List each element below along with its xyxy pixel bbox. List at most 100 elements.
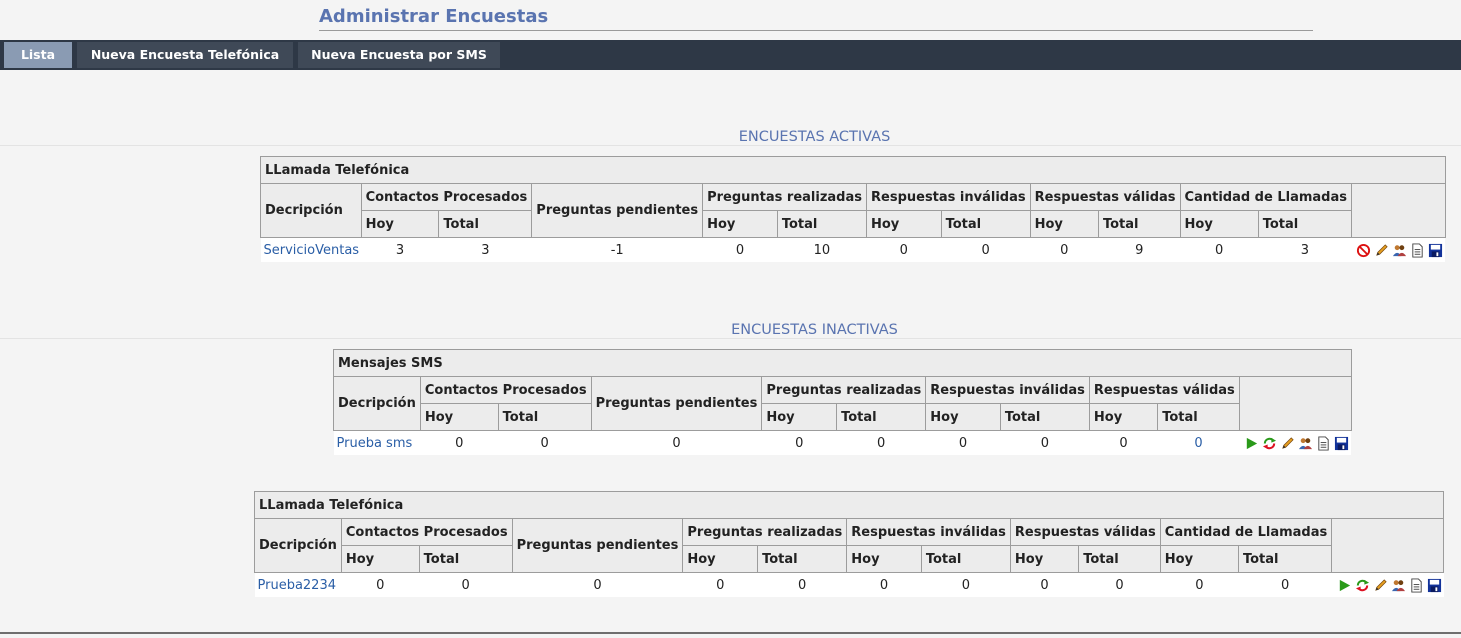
cell: 0 <box>419 572 513 597</box>
survey-link[interactable]: ServicioVentas <box>264 243 360 258</box>
row-actions <box>1351 237 1446 262</box>
cell: 0 <box>1030 237 1099 262</box>
report-icon[interactable] <box>1409 578 1424 593</box>
col-asked: Preguntas realizadas <box>682 518 848 546</box>
col-today: Hoy <box>702 210 778 238</box>
col-pending: Preguntas pendientes <box>590 376 763 431</box>
save-icon[interactable] <box>1428 243 1443 258</box>
survey-link[interactable]: Prueba sms <box>337 436 413 451</box>
col-total: Total <box>999 403 1090 431</box>
cell: -1 <box>531 237 703 262</box>
col-calls: Cantidad de Llamadas <box>1179 183 1352 211</box>
col-valid: Respuestas válidas <box>1029 183 1181 211</box>
cell: 0 <box>925 430 1001 455</box>
contacts-icon[interactable] <box>1392 243 1407 258</box>
table-row: ServicioVentas 3 3 -1 0 10 0 0 0 9 0 3 <box>260 237 1446 262</box>
col-total: Total <box>757 545 848 573</box>
col-contacts: Contactos Procesados <box>360 183 533 211</box>
col-total: Total <box>497 403 592 431</box>
col-description: Decripción <box>333 376 421 431</box>
cell: 0 <box>757 572 847 597</box>
col-today: Hoy <box>846 545 922 573</box>
col-valid: Respuestas válidas <box>1088 376 1240 404</box>
col-contacts: Contactos Procesados <box>419 376 592 404</box>
col-today: Hoy <box>866 210 942 238</box>
edit-icon[interactable] <box>1280 436 1295 451</box>
col-asked: Preguntas realizadas <box>702 183 867 211</box>
cell: 0 <box>866 237 942 262</box>
col-contacts: Contactos Procesados <box>340 518 513 546</box>
valid-total-link[interactable]: 0 <box>1157 430 1240 455</box>
inactive-sms-table: Mensajes SMS Decripción Contactos Proces… <box>333 349 1352 455</box>
cell: 0 <box>341 572 420 597</box>
cell: 10 <box>777 237 867 262</box>
col-today: Hoy <box>682 545 759 573</box>
col-actions <box>1331 518 1445 573</box>
edit-icon[interactable] <box>1373 578 1388 593</box>
cell: 0 <box>1160 572 1239 597</box>
col-total: Total <box>1257 210 1352 238</box>
table-row: Prueba sms 0 0 0 0 0 0 0 0 0 <box>333 430 1352 455</box>
col-today: Hoy <box>360 210 440 238</box>
col-today: Hoy <box>1009 545 1080 573</box>
cell: 3 <box>1258 237 1352 262</box>
col-total: Total <box>920 545 1011 573</box>
refresh-icon[interactable] <box>1262 436 1277 451</box>
col-pending: Preguntas pendientes <box>511 518 684 573</box>
col-actions <box>1238 376 1352 431</box>
tab-nueva-encuesta-sms[interactable]: Nueva Encuesta por SMS <box>298 42 500 68</box>
inactive-phone-table: LLamada Telefónica Decripción Contactos … <box>253 491 1445 597</box>
col-asked: Preguntas realizadas <box>761 376 927 404</box>
col-description: Decripción <box>260 183 362 238</box>
contacts-icon[interactable] <box>1298 436 1313 451</box>
col-total: Total <box>1097 210 1181 238</box>
row-actions <box>1239 430 1352 455</box>
col-total: Total <box>438 210 533 238</box>
play-icon[interactable] <box>1244 436 1259 451</box>
play-icon[interactable] <box>1337 578 1352 593</box>
col-today: Hoy <box>1029 210 1099 238</box>
cell: 0 <box>591 430 762 455</box>
save-icon[interactable] <box>1334 436 1349 451</box>
cell: 0 <box>512 572 683 597</box>
survey-link[interactable]: Prueba2234 <box>258 578 337 593</box>
cell: 0 <box>682 572 758 597</box>
tab-lista[interactable]: Lista <box>4 42 72 68</box>
cell: 0 <box>1180 237 1259 262</box>
divider <box>0 338 1461 339</box>
cell: 0 <box>1000 430 1090 455</box>
report-icon[interactable] <box>1316 436 1331 451</box>
col-today: Hoy <box>1159 545 1239 573</box>
divider <box>0 145 1461 146</box>
col-today: Hoy <box>1088 403 1159 431</box>
page-title: Administrar Encuestas <box>319 6 1313 31</box>
col-invalid: Respuestas inválidas <box>925 376 1090 404</box>
contacts-icon[interactable] <box>1391 578 1406 593</box>
footer-divider <box>0 632 1461 634</box>
cell: 0 <box>1089 430 1158 455</box>
cell: 0 <box>498 430 592 455</box>
table-caption: LLamada Telefónica <box>260 156 1446 184</box>
active-phone-table: LLamada Telefónica Decripción Contactos … <box>260 156 1446 262</box>
refresh-icon[interactable] <box>1355 578 1370 593</box>
col-calls: Cantidad de Llamadas <box>1159 518 1333 546</box>
cell: 0 <box>1238 572 1332 597</box>
cell: 0 <box>1078 572 1161 597</box>
col-total: Total <box>836 403 927 431</box>
cell: 9 <box>1098 237 1181 262</box>
cell: 3 <box>361 237 439 262</box>
col-description: Decripción <box>254 518 342 573</box>
stop-icon[interactable] <box>1356 243 1371 258</box>
table-caption: Mensajes SMS <box>333 349 1352 377</box>
tab-nueva-encuesta-telefonica[interactable]: Nueva Encuesta Telefónica <box>77 42 293 68</box>
cell: 0 <box>846 572 922 597</box>
col-valid: Respuestas válidas <box>1009 518 1161 546</box>
save-icon[interactable] <box>1427 578 1442 593</box>
cell: 0 <box>761 430 837 455</box>
col-total: Total <box>1157 403 1240 431</box>
inactive-surveys-heading: ENCUESTAS INACTIVAS <box>731 322 898 338</box>
table-row: Prueba2234 0 0 0 0 0 0 0 0 0 0 0 <box>254 572 1444 597</box>
col-total: Total <box>418 545 513 573</box>
edit-icon[interactable] <box>1374 243 1389 258</box>
report-icon[interactable] <box>1410 243 1425 258</box>
